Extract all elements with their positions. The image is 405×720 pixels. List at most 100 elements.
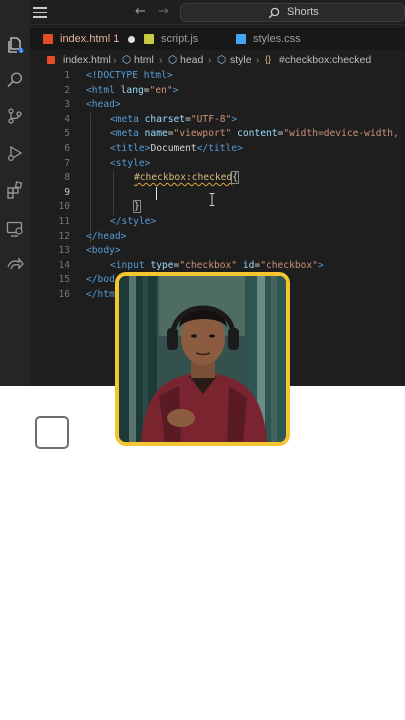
css-rule-icon: {} — [265, 54, 272, 64]
text-cursor — [156, 186, 158, 200]
code-token: </bod — [86, 274, 115, 286]
code-token: name — [144, 128, 168, 140]
tab-label: index.html 1 — [60, 33, 120, 45]
indent-guide — [90, 113, 91, 243]
code-token: charset — [144, 113, 186, 125]
chevron-right-icon: › — [208, 54, 212, 66]
line-number: 14 — [58, 259, 70, 271]
live-share-icon[interactable] — [5, 255, 25, 275]
editor-tab-bar: index.html 1 script.js styles.css — [30, 28, 405, 50]
element-icon: ⬡ — [168, 54, 178, 66]
breadcrumb-item[interactable]: head — [180, 54, 203, 66]
line-number: 8 — [64, 172, 70, 184]
code-token: id — [237, 259, 255, 271]
line-number: 10 — [58, 201, 70, 213]
tab-index-html[interactable]: index.html 1 — [43, 28, 136, 50]
code-token: <title> — [110, 143, 151, 154]
code-token: type — [150, 259, 174, 271]
back-arrow-icon[interactable]: ← — [135, 4, 146, 19]
line-number: 1 — [64, 70, 70, 81]
code-token: "en" — [149, 84, 173, 96]
code-token: lang — [120, 84, 144, 96]
code-line-3: <head> — [86, 98, 121, 113]
code-line-1: <!DOCTYPE html> — [86, 69, 173, 84]
run-debug-icon[interactable] — [5, 143, 25, 163]
code-line-2: <html lang="en"> — [86, 84, 178, 99]
code-token: > — [172, 84, 179, 96]
forward-arrow-icon[interactable]: → — [158, 4, 169, 19]
breadcrumb-item[interactable]: #checkbox:checked — [279, 54, 371, 66]
code-token: "checkbox" — [260, 259, 318, 271]
activity-bar: 1 — [0, 0, 30, 386]
code-line-5: <meta name="viewport" content="width=dev… — [110, 127, 399, 142]
code-token: "width=device-width, — [283, 128, 399, 140]
code-line-6: <title>Document</title> — [110, 142, 243, 157]
line-number: 7 — [64, 157, 70, 169]
unsaved-dot-icon[interactable] — [128, 35, 136, 43]
title-bar: ← → Shorts — [0, 0, 405, 25]
line-number: 2 — [64, 84, 70, 96]
code-token: <head> — [86, 99, 121, 111]
search-icon[interactable] — [5, 70, 25, 90]
line-number: 11 — [58, 216, 70, 227]
code-token: </title> — [196, 143, 243, 154]
tab-script-js[interactable]: script.js — [144, 28, 198, 50]
chevron-right-icon: › — [159, 54, 163, 66]
code-token: <style> — [110, 157, 151, 169]
presenter-video-icon — [119, 276, 286, 442]
chevron-right-icon: › — [113, 54, 117, 66]
code-token: </head> — [86, 230, 127, 242]
presenter-webcam-overlay — [115, 272, 290, 446]
code-token: "viewport" — [173, 128, 232, 140]
css-selector: #checkbox:checked — [134, 172, 233, 184]
element-icon: ⬡ — [122, 54, 132, 66]
code-line-13: <body> — [86, 244, 121, 259]
line-number: 12 — [58, 230, 70, 242]
tab-styles-css[interactable]: styles.css — [236, 28, 301, 50]
code-line-10: } — [133, 200, 141, 215]
code-token: <body> — [86, 245, 121, 257]
breadcrumb: index.html › ⬡ html › ⬡ head › ⬡ style ›… — [30, 53, 405, 69]
remote-explorer-icon[interactable] — [5, 219, 25, 239]
line-number: 3 — [64, 99, 70, 111]
source-control-icon[interactable] — [5, 106, 25, 126]
code-line-4: <meta charset="UTF-8"> — [110, 113, 237, 128]
css3-icon — [236, 34, 246, 44]
line-number: 6 — [64, 143, 70, 154]
breadcrumb-item[interactable]: index.html — [63, 54, 111, 66]
code-token: "UTF-8" — [190, 113, 232, 125]
code-token: > — [231, 113, 238, 125]
line-number: 5 — [64, 128, 70, 140]
command-center-text: Shorts — [287, 6, 319, 18]
code-token: } — [133, 200, 141, 214]
code-token: content — [231, 128, 278, 140]
indent-guide — [113, 171, 114, 215]
code-token: <html — [86, 84, 121, 96]
menu-icon[interactable] — [33, 7, 47, 18]
html5-icon — [47, 56, 55, 64]
line-number: 16 — [58, 289, 70, 300]
mouse-ibeam-cursor-icon — [209, 193, 215, 206]
explorer-icon[interactable]: 1 — [5, 35, 25, 55]
code-token: "checkbox" — [179, 259, 238, 271]
breadcrumb-item[interactable]: style — [230, 54, 252, 66]
code-token: </htm — [86, 289, 115, 300]
code-token: > — [317, 259, 324, 271]
code-token: <input — [110, 259, 151, 271]
breadcrumb-item[interactable]: html — [134, 54, 154, 66]
command-center-search[interactable]: Shorts — [180, 3, 405, 22]
html5-icon — [43, 34, 53, 44]
code-line-11: </style> — [110, 215, 156, 230]
code-token: </style> — [110, 216, 157, 227]
search-icon — [268, 7, 280, 19]
tab-label: script.js — [161, 33, 199, 45]
chevron-right-icon: › — [256, 54, 260, 66]
code-token: <!DOCTYPE html> — [86, 70, 173, 81]
line-number-current: 9 — [64, 186, 70, 198]
code-line-16: </htm — [86, 288, 115, 303]
preview-checkbox[interactable] — [35, 416, 69, 449]
extensions-icon[interactable] — [5, 180, 25, 200]
element-icon: ⬡ — [217, 54, 227, 66]
line-number: 4 — [64, 113, 70, 125]
code-token: <meta — [110, 128, 145, 140]
